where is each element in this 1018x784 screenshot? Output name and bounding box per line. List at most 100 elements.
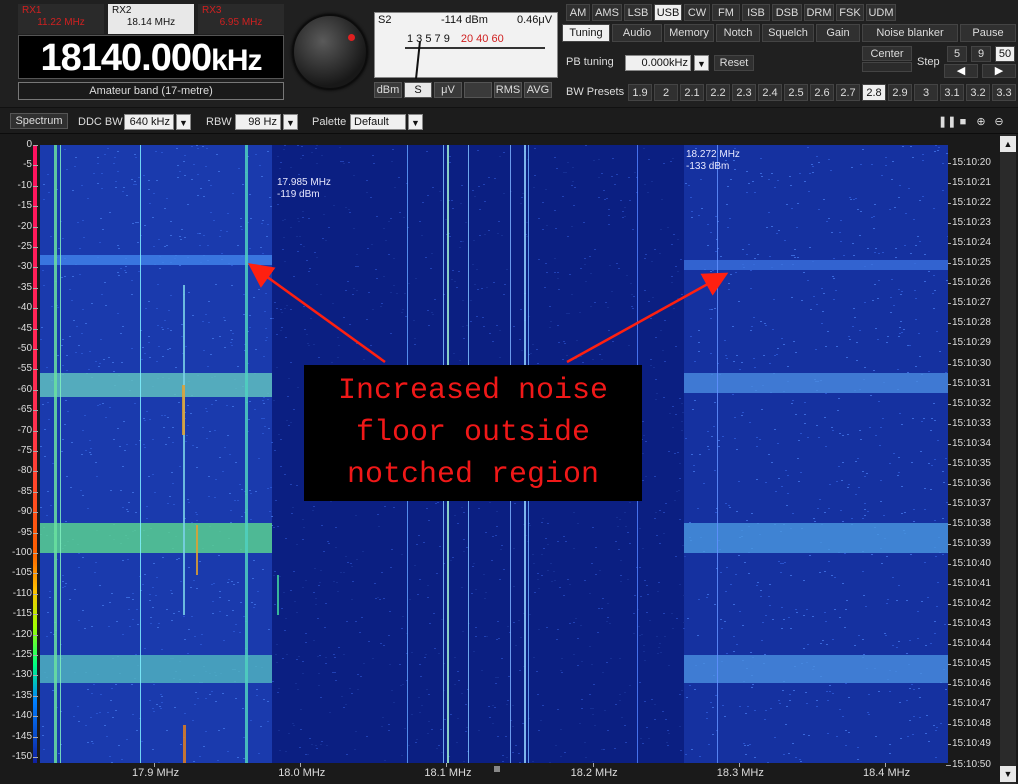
mode-lsb-button[interactable]: LSB <box>624 4 652 21</box>
step-5-button[interactable]: 5 <box>947 46 967 62</box>
mode-cw-button[interactable]: CW <box>684 4 710 21</box>
bw-preset-button[interactable]: 2.3 <box>732 84 756 101</box>
db-axis-label: -5 <box>23 159 32 171</box>
db-axis-label: -45 <box>17 322 32 334</box>
pause-button[interactable]: Pause <box>960 24 1016 42</box>
meter-rms-button[interactable]: RMS <box>494 82 522 98</box>
meter-s-button[interactable]: S <box>404 82 432 98</box>
tab-squelch[interactable]: Squelch <box>762 24 814 42</box>
rx1-freq: 11.22 MHz <box>37 17 85 28</box>
db-axis-tick <box>33 634 38 636</box>
spectrum-button[interactable]: Spectrum <box>10 113 68 129</box>
save-icon[interactable]: ■ <box>956 115 970 129</box>
rx1-tab[interactable]: RX1 11.22 MHz <box>18 4 104 34</box>
db-axis-label: -100 <box>11 547 32 558</box>
tab-gain[interactable]: Gain <box>816 24 860 42</box>
mode-udm-button[interactable]: UDM <box>866 4 896 21</box>
center-secondary-button[interactable] <box>862 62 912 72</box>
pause-icon[interactable]: ❚❚ <box>938 115 956 129</box>
palette-select[interactable]: Default <box>350 114 406 130</box>
db-axis-label: -25 <box>17 241 32 252</box>
ddc-bw-dropdown-icon[interactable]: ▼ <box>176 114 191 130</box>
step-right-icon[interactable]: ▶ <box>982 64 1016 78</box>
tab-audio[interactable]: Audio <box>612 24 662 42</box>
meter-dbm-button[interactable]: dBm <box>374 82 402 98</box>
bw-preset-button[interactable]: 2.6 <box>810 84 834 101</box>
time-axis-label: 15:10:43 <box>952 618 991 630</box>
time-axis-label: 15:10:39 <box>952 537 991 549</box>
bw-preset-button[interactable]: 2.1 <box>680 84 704 101</box>
bw-preset-button[interactable]: 3.3 <box>992 84 1016 101</box>
db-axis-tick <box>33 247 38 248</box>
meter-blank-button[interactable] <box>464 82 492 98</box>
mode-dsb-button[interactable]: DSB <box>772 4 802 21</box>
center-button[interactable]: Center <box>862 46 912 61</box>
pb-tuning-input[interactable] <box>625 55 691 71</box>
tab-notch[interactable]: Notch <box>716 24 760 42</box>
mode-fsk-button[interactable]: FSK <box>836 4 864 21</box>
zoom-in-icon[interactable]: ⊕ <box>974 115 988 129</box>
db-axis-tick <box>33 757 38 758</box>
step-left-icon[interactable]: ◀ <box>944 64 978 78</box>
time-axis-label: 15:10:28 <box>952 317 991 329</box>
step-50-button[interactable]: 50 <box>995 46 1015 62</box>
bw-preset-button[interactable]: 2 <box>654 84 678 101</box>
ddc-bw-select[interactable]: 640 kHz <box>124 114 174 130</box>
rbw-select[interactable]: 98 Hz <box>235 114 281 130</box>
meter-uv-button[interactable]: μV <box>434 82 462 98</box>
bw-preset-button[interactable]: 2.7 <box>836 84 860 101</box>
meter-avg-button[interactable]: AVG <box>524 82 552 98</box>
mode-am-button[interactable]: AM <box>566 4 590 21</box>
db-axis-tick <box>33 369 38 371</box>
reset-button[interactable]: Reset <box>714 55 754 71</box>
bw-preset-button[interactable]: 2.5 <box>784 84 808 101</box>
frequency-axis-label: 18.1 MHz <box>424 767 472 779</box>
waterfall-scrollbar[interactable]: ▲ ▼ <box>1000 134 1016 784</box>
mode-isb-button[interactable]: ISB <box>742 4 770 21</box>
rx3-tab[interactable]: RX3 6.95 MHz <box>198 4 284 34</box>
pb-tuning-dropdown-icon[interactable]: ▼ <box>694 55 709 71</box>
mode-fm-button[interactable]: FM <box>712 4 740 21</box>
s-meter-dbm-value: -114 dBm <box>441 14 488 26</box>
bw-preset-button[interactable]: 1.9 <box>628 84 652 101</box>
tab-noise-blanker[interactable]: Noise blanker <box>862 24 958 42</box>
scroll-down-icon[interactable]: ▼ <box>1000 766 1016 782</box>
tab-tuning[interactable]: Tuning <box>562 24 610 42</box>
zoom-out-icon[interactable]: ⊖ <box>992 115 1006 129</box>
scroll-up-icon[interactable]: ▲ <box>1000 136 1016 152</box>
bw-preset-button[interactable]: 2.9 <box>888 84 912 101</box>
time-axis-label: 15:10:29 <box>952 337 991 349</box>
rx2-tab[interactable]: RX2 18.14 MHz <box>108 4 194 34</box>
db-axis-tick <box>33 430 38 432</box>
mode-ams-button[interactable]: AMS <box>592 4 622 21</box>
time-axis-label: 15:10:45 <box>952 658 991 670</box>
db-axis-label: -70 <box>17 424 32 436</box>
db-axis-label: -65 <box>17 404 32 416</box>
frequency-drag-handle[interactable] <box>494 766 500 772</box>
time-axis-label: 15:10:46 <box>952 678 991 690</box>
time-axis-label: 15:10:32 <box>952 397 991 409</box>
frequency-unit: kHz <box>211 44 262 77</box>
mode-drm-button[interactable]: DRM <box>804 4 834 21</box>
frequency-display[interactable]: 18140.000kHz <box>18 35 284 79</box>
tuning-knob[interactable] <box>292 14 368 90</box>
step-9-button[interactable]: 9 <box>971 46 991 62</box>
rx3-name: RX3 <box>202 5 222 16</box>
bw-preset-button[interactable]: 3.1 <box>940 84 964 101</box>
marker-1-freq: 17.985 MHz <box>277 177 331 188</box>
s-meter-uv-value: 0.46μV <box>517 14 553 26</box>
tab-memory[interactable]: Memory <box>664 24 714 42</box>
palette-dropdown-icon[interactable]: ▼ <box>408 114 423 130</box>
bw-preset-button[interactable]: 2.4 <box>758 84 782 101</box>
bw-preset-button[interactable]: 3.2 <box>966 84 990 101</box>
bw-preset-button[interactable]: 3 <box>914 84 938 101</box>
db-axis-tick <box>33 675 38 677</box>
db-axis-tick <box>33 451 38 452</box>
time-axis-label: 15:10:37 <box>952 497 991 509</box>
mode-usb-button[interactable]: USB <box>654 4 682 21</box>
bw-preset-button-active[interactable]: 2.8 <box>862 84 886 101</box>
bw-preset-button[interactable]: 2.2 <box>706 84 730 101</box>
time-axis-label: 15:10:20 <box>952 157 991 168</box>
rbw-dropdown-icon[interactable]: ▼ <box>283 114 298 130</box>
frequency-axis-tick <box>154 763 155 767</box>
